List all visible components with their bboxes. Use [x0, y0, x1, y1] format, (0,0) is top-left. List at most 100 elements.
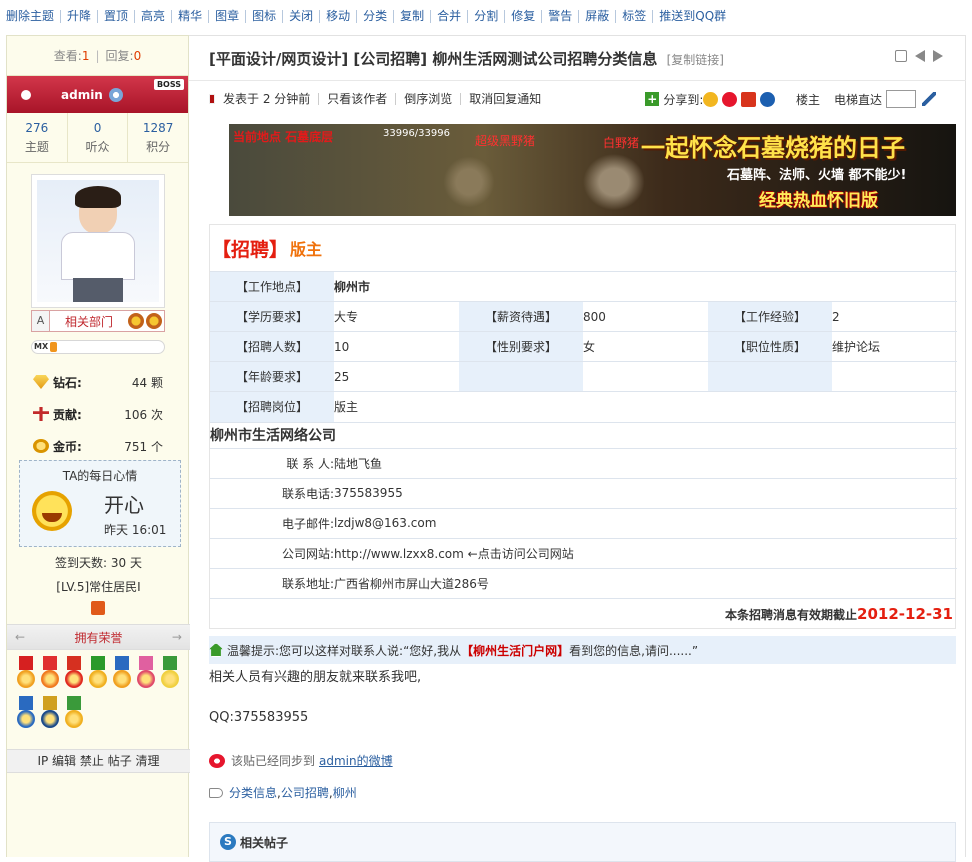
job-key-location: 【工作地点】	[210, 271, 334, 302]
floor-input[interactable]	[886, 90, 916, 108]
mood-title: TA的每日心情	[62, 469, 138, 483]
job-info-panel: 【招聘】 版主 【工作地点】 柳州市 【学历要求】 大专 【薪资待遇】 800 …	[209, 224, 957, 629]
contact-tip: 温馨提示:您可以这样对联系人说:“您好,我从 【柳州生活门户网】 看到您的信息,请问…	[209, 636, 956, 664]
toolbar-item[interactable]: 关闭	[283, 9, 321, 23]
related-icon: S	[220, 834, 236, 850]
toolbar-item[interactable]: 图章	[209, 9, 247, 23]
wealth-contribution-value: 106 次	[124, 407, 163, 422]
toolbar-item[interactable]: 修复	[505, 9, 543, 23]
medal-icon[interactable]	[17, 656, 35, 690]
table-row: 联系电话: 375583955	[210, 477, 957, 508]
toolbar-item[interactable]: 警告	[542, 9, 580, 23]
count-listeners[interactable]: 0 听众	[68, 113, 129, 162]
wealth-gold: 金币: 751 个	[33, 430, 173, 462]
medal-icon[interactable]	[41, 696, 59, 730]
toolbar-item[interactable]: 图标	[246, 9, 284, 23]
contact-value-address: 广西省柳州市屏山大道286号	[334, 567, 957, 598]
admin-actions[interactable]: IP 编辑 禁止 帖子 清理	[7, 749, 190, 773]
renren-share-icon[interactable]	[741, 91, 757, 107]
medal-icon[interactable]	[113, 656, 131, 690]
toolbar-item[interactable]: 分类	[357, 9, 395, 23]
tag-list: 分类信息, 公司招聘, 柳州	[209, 784, 357, 801]
medal-icon[interactable]	[65, 696, 83, 730]
signin-days: 签到天数: 30 天	[55, 556, 142, 570]
arrow-left-icon[interactable]: ←	[15, 630, 25, 644]
job-key-empty	[459, 361, 583, 392]
share-plus-icon[interactable]: +	[645, 92, 660, 106]
rss-icon[interactable]	[91, 601, 105, 615]
job-key-nature: 【职位性质】	[708, 331, 832, 362]
count-points[interactable]: 1287 积分	[128, 113, 188, 162]
floor-owner-label: 楼主	[795, 92, 820, 107]
expire-label: 本条招聘消息有效期截止	[725, 608, 858, 622]
medal-icon[interactable]	[41, 656, 59, 690]
mood-time: 昨天 16:01	[104, 523, 167, 537]
cancel-notify-link[interactable]: 取消回复通知	[460, 93, 549, 105]
medal-icon[interactable]	[17, 696, 35, 730]
post-body-line2: QQ:375583955	[209, 710, 309, 725]
copy-link-button[interactable]: [复制链接]	[667, 53, 724, 67]
job-detail-table: 【工作地点】 柳州市 【学历要求】 大专 【薪资待遇】 800 【工作经验】 2…	[210, 271, 957, 422]
previous-thread-icon[interactable]	[915, 50, 925, 62]
elevator-label: 电梯直达	[833, 92, 882, 107]
weibo-sync: 该贴已经同步到 admin的微博	[209, 752, 393, 769]
online-status-icon	[108, 87, 123, 102]
replies-label: 回复:	[105, 49, 134, 63]
toolbar-item[interactable]: 合并	[431, 9, 469, 23]
go-floor-icon[interactable]	[922, 92, 936, 106]
tag-icon	[209, 787, 223, 798]
crown-icon	[128, 313, 144, 329]
contact-value-email: lzdjw8@163.com	[334, 507, 957, 538]
banner-subline: 石墓阵、法师、火墙 都不能少!	[727, 168, 907, 183]
wealth-diamond-value: 44 颗	[131, 375, 163, 390]
toolbar-item[interactable]: 推送到QQ群	[653, 9, 732, 23]
toolbar-item[interactable]: 升降	[61, 9, 99, 23]
tag-link[interactable]: 柳州	[333, 784, 357, 801]
arrow-right-icon[interactable]: →	[172, 630, 182, 644]
tip-prefix: 温馨提示:您可以这样对联系人说:“您好,我从	[227, 643, 462, 658]
toolbar-item[interactable]: 移动	[320, 9, 358, 23]
tencent-share-icon[interactable]	[760, 91, 776, 107]
toolbar-item[interactable]: 复制	[394, 9, 432, 23]
weibo-link[interactable]: admin的微博	[319, 752, 393, 769]
contact-table: 联 系 人: 陆地飞鱼 联系电话: 375583955 电子邮件: lzdjw8…	[210, 447, 957, 598]
only-author-link[interactable]: 只看该作者	[318, 93, 395, 105]
weibo-share-icon[interactable]	[722, 91, 738, 107]
medal-icon[interactable]	[65, 656, 83, 690]
font-size-button[interactable]: A	[32, 311, 50, 331]
avatar-image	[37, 180, 159, 302]
banner-version: 经典热血怀旧版	[759, 191, 878, 211]
reverse-order-link[interactable]: 倒序浏览	[395, 93, 460, 105]
job-key-education: 【学历要求】	[210, 301, 334, 332]
contact-value-website-link[interactable]: http://www.lzxx8.com ←点击访问公司网站	[334, 537, 957, 568]
diamond-icon	[33, 375, 49, 389]
medal-icon[interactable]	[137, 656, 155, 690]
count-listeners-label: 听众	[85, 140, 110, 154]
toolbar-item[interactable]: 精华	[172, 9, 210, 23]
department-link[interactable]: 相关部门	[50, 313, 128, 330]
post-body-line1: 相关人员有兴趣的朋友就来联系我吧,	[209, 670, 422, 685]
toolbar-item[interactable]: 标签	[616, 9, 654, 23]
count-topics[interactable]: 276 主题	[7, 113, 68, 162]
toolbar-item[interactable]: 屏蔽	[579, 9, 617, 23]
author-name-link[interactable]: admin	[61, 88, 103, 102]
game-banner-ad[interactable]: 当前地点 石墓底层 33996/33996 超级黑野猪 白野猪 一起怀念石墓烧猪…	[229, 124, 956, 216]
medal-icon[interactable]	[161, 656, 179, 690]
online-dot-icon	[209, 94, 215, 104]
job-position: 版主	[290, 240, 323, 259]
qzone-share-icon[interactable]	[703, 91, 719, 107]
tag-link[interactable]: 公司招聘	[281, 784, 329, 801]
toolbar-item[interactable]: 分割	[468, 9, 506, 23]
tag-link[interactable]: 分类信息	[229, 784, 277, 801]
contact-key-person: 联 系 人:	[210, 447, 334, 478]
weibo-icon	[209, 753, 225, 768]
avatar[interactable]	[31, 174, 165, 308]
job-value-nature: 维护论坛	[832, 331, 957, 362]
next-thread-icon[interactable]	[933, 50, 943, 62]
toolbar-item[interactable]: 置顶	[98, 9, 136, 23]
toolbar-item[interactable]: 删除主题	[6, 9, 62, 23]
medal-icon[interactable]	[89, 656, 107, 690]
print-icon[interactable]	[895, 50, 907, 62]
monster-figure	[579, 150, 649, 214]
toolbar-item[interactable]: 高亮	[135, 9, 173, 23]
